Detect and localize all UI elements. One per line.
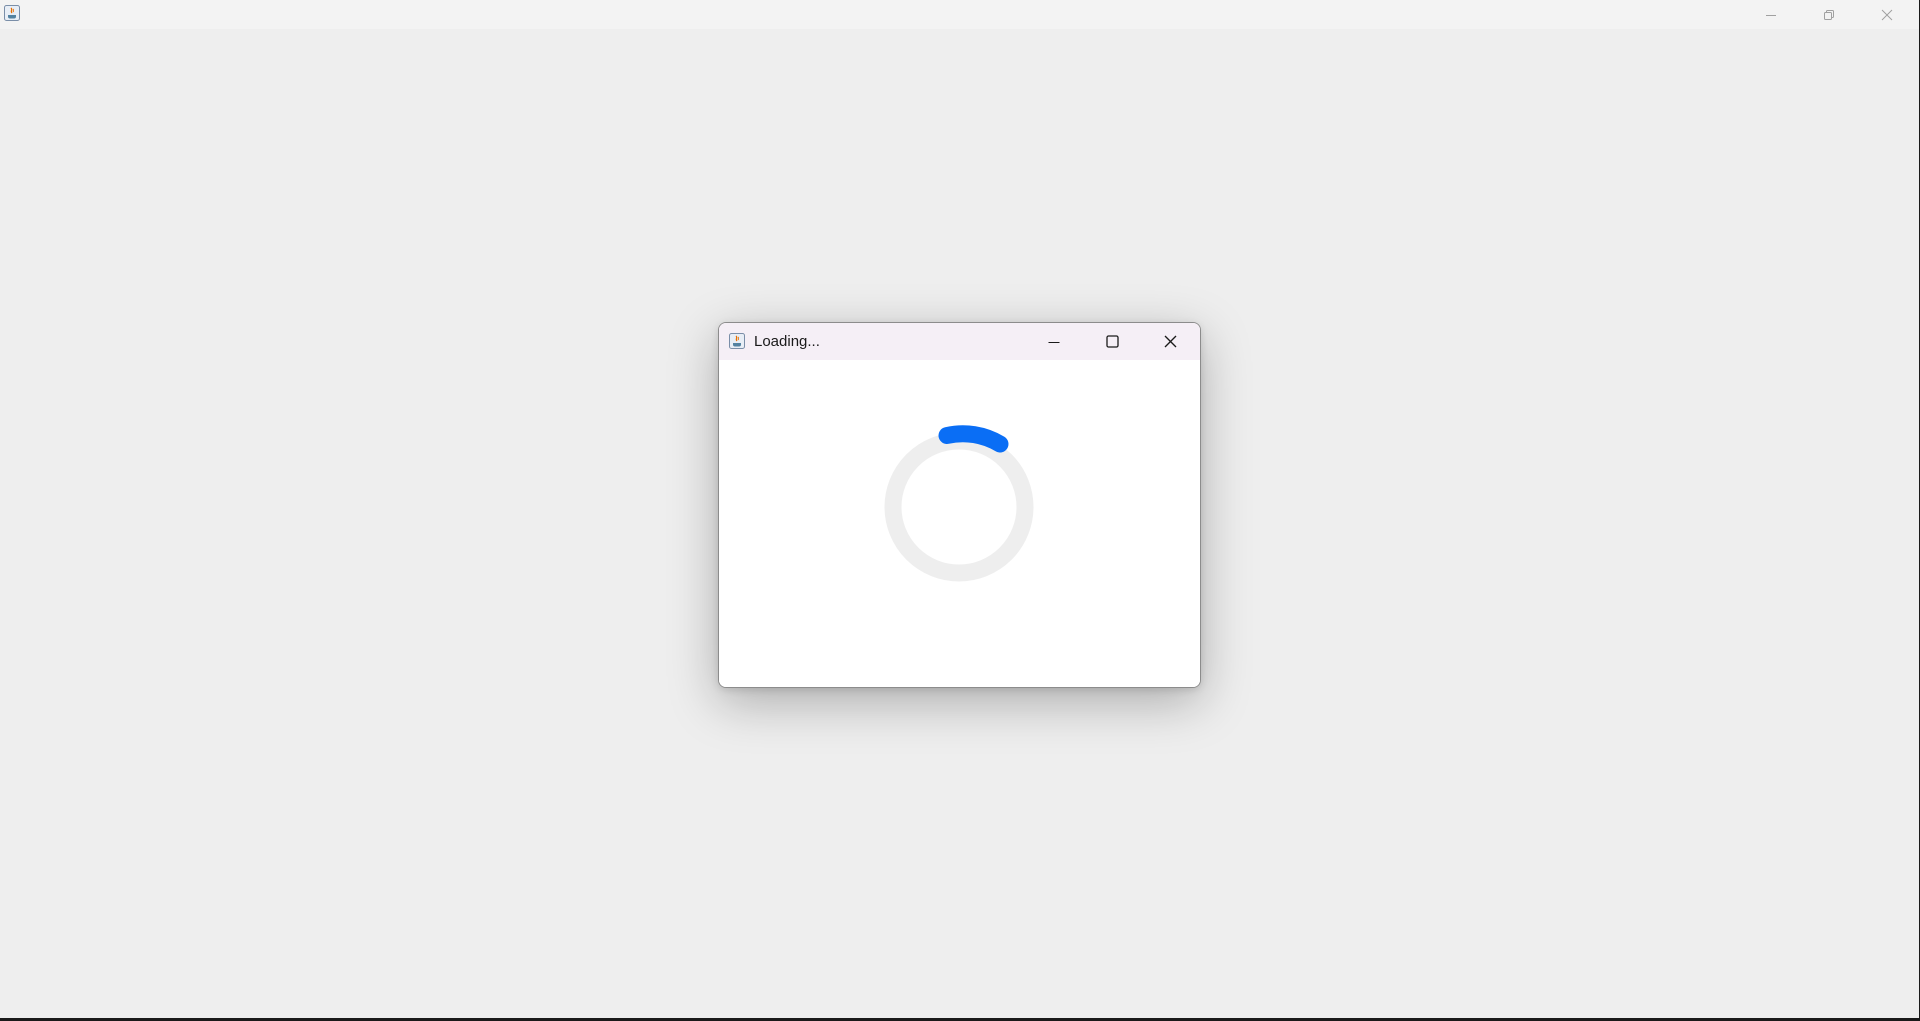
maximize-icon [1105,335,1119,348]
spinner-arc [938,425,1009,453]
minimize-icon [1765,14,1776,16]
dialog-title: Loading... [754,333,820,350]
close-icon [1164,335,1176,348]
dialog-maximize-button[interactable] [1089,323,1135,360]
dialog-close-button[interactable] [1147,323,1193,360]
java-icon [729,333,745,349]
spinner-track [884,432,1034,582]
minimize-button[interactable] [1742,0,1799,29]
restore-icon [1823,9,1834,20]
dialog-minimize-button[interactable] [1031,323,1077,360]
loading-dialog: Loading... [718,322,1201,688]
loading-spinner [884,425,1034,582]
java-icon [4,5,20,21]
dialog-body [719,360,1200,687]
minimize-icon [1048,341,1060,343]
dialog-titlebar[interactable]: Loading... [719,323,1200,360]
main-titlebar[interactable] [0,0,1919,29]
close-button[interactable] [1858,0,1915,29]
restore-button[interactable] [1800,0,1857,29]
close-icon [1881,9,1892,20]
